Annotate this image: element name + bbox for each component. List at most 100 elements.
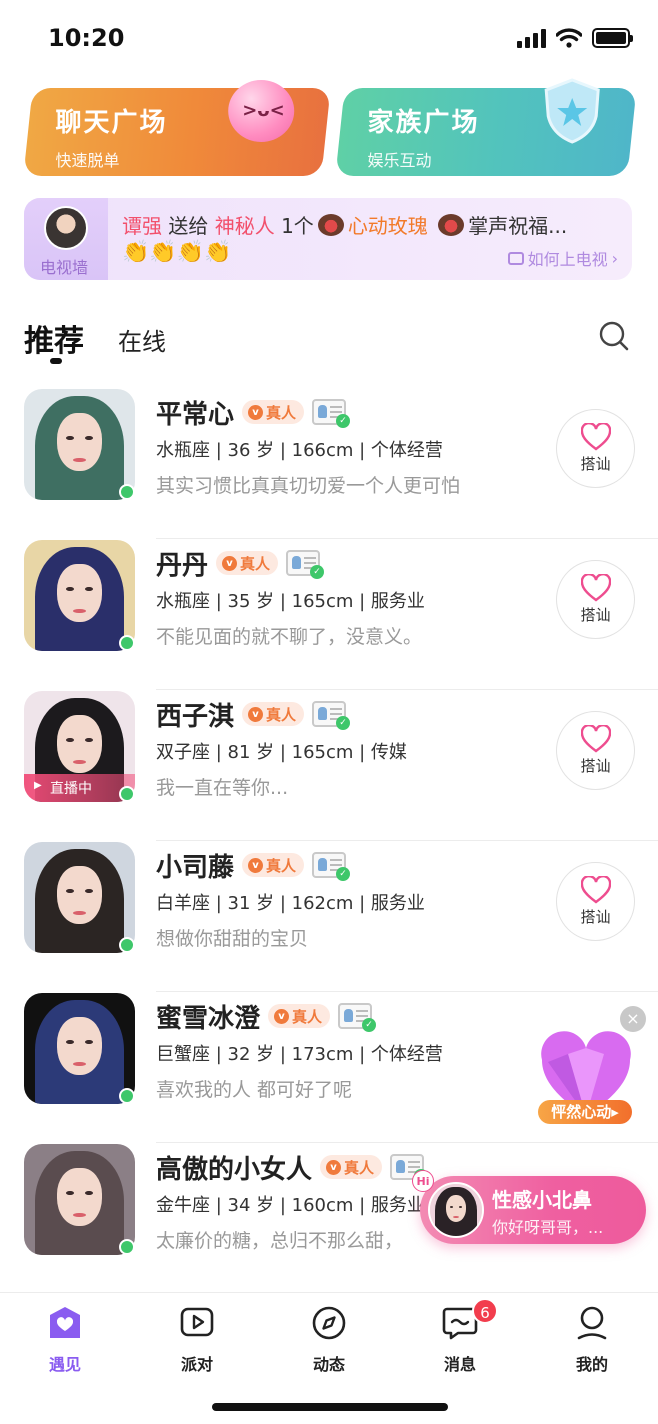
greet-button[interactable]: 搭讪 [556,560,635,639]
user-name: 西子淇 [156,701,235,732]
compass-icon [312,1306,346,1340]
rose-gift-icon [438,214,465,236]
online-status-dot [119,635,135,651]
real-person-badge: v 真人 [320,1155,383,1179]
clap-emoji: 👏👏👏👏 [122,240,232,265]
real-person-badge: v 真人 [242,702,305,726]
real-person-badge: v 真人 [242,400,305,424]
popup-avatar [428,1182,484,1238]
nav-party-label: 派对 [180,1355,213,1374]
user-card[interactable]: 丹丹 v真人 水瓶座 | 35 岁 | 165cm | 服务业 不能见面的就不聊… [0,539,658,690]
nav-moments[interactable]: 动态 [289,1305,369,1375]
shield-star-icon [544,78,600,144]
status-time: 10:20 [48,24,125,52]
active-tab-indicator [50,358,62,364]
meet-home-icon [50,1307,80,1338]
heart-icon [580,423,611,451]
user-info: 双子座 | 81 岁 | 165cm | 传媒 [156,742,407,763]
chat-bubble-icon: >ᴗ< [228,80,295,142]
user-avatar[interactable] [24,993,135,1104]
tab-recommend[interactable]: 推荐 [24,316,84,360]
user-info: 水瓶座 | 35 岁 | 165cm | 服务业 [156,591,425,612]
chat-plaza-banner[interactable]: 聊天广场 快速脱单 >ᴗ< [23,80,331,176]
online-status-dot [119,1088,135,1104]
plaza-banners: 聊天广场 快速脱单 >ᴗ< 家族广场 娱乐互动 [23,78,637,178]
online-status-dot [119,1239,135,1255]
greet-button[interactable]: 搭讪 [556,409,635,488]
greet-label: 搭讪 [580,757,611,775]
heartbeat-tag[interactable]: 怦然心动▸ [538,1100,632,1124]
popup-sender-name: 性感小北鼻 [492,1188,592,1212]
battery-icon [592,28,633,48]
hi-badge: Hi [412,1170,434,1192]
nav-messages-label: 消息 [443,1355,476,1374]
user-info: 水瓶座 | 36 岁 | 166cm | 个体经营 [156,440,443,461]
chat-plaza-subtitle: 快速脱单 [55,151,120,170]
search-icon[interactable] [598,320,630,352]
user-avatar[interactable] [24,540,135,651]
user-card[interactable]: 小司藤 v真人 白羊座 | 31 岁 | 162cm | 服务业 想做你甜甜的宝… [0,841,658,992]
tv-wall-banner[interactable]: 电视墙 谭强 送给 神秘人 1个 心动玫瑰 掌声祝福... 👏👏👏👏 如何上电视 … [24,198,632,280]
id-verified-icon [312,701,351,730]
user-name: 平常心 [156,399,235,430]
real-person-badge: v 真人 [268,1004,331,1028]
heart-icon [580,574,611,602]
user-avatar[interactable] [24,1144,135,1255]
nav-party[interactable]: 派对 [157,1305,237,1375]
tv-message: 掌声祝福... [468,214,568,238]
user-signature: 想做你甜甜的宝贝 [156,928,309,950]
user-name: 小司藤 [156,852,235,883]
user-name: 蜜雪冰澄 [156,1003,261,1034]
user-avatar[interactable] [24,842,135,953]
family-plaza-subtitle: 娱乐互动 [367,151,432,170]
greet-label: 搭讪 [580,455,611,473]
greet-button[interactable]: 搭讪 [556,711,635,790]
nav-mine[interactable]: 我的 [552,1305,632,1375]
user-signature: 不能见面的就不聊了，没意义。 [156,626,423,648]
home-indicator[interactable] [212,1403,448,1411]
popup-message-text: 你好呀哥哥，... [492,1218,604,1237]
user-card[interactable]: 平常心 v真人 水瓶座 | 36 岁 | 166cm | 个体经营 其实习惯比真… [0,388,658,539]
tv-wall-avatar-box: 电视墙 [24,198,108,280]
verified-v-icon: v [222,555,238,571]
user-name: 高傲的小女人 [156,1154,313,1185]
online-status-dot [119,484,135,500]
real-person-badge: v 真人 [242,853,305,877]
wifi-icon [556,28,582,48]
chevron-right-icon: › [611,248,618,268]
nav-meet[interactable]: 遇见 [25,1305,105,1375]
tv-receiver: 神秘人 [214,214,275,238]
unread-message-badge: 6 [472,1298,498,1324]
tv-wall-avatar [44,206,88,250]
message-popup[interactable]: Hi 性感小北鼻 你好呀哥哥，... [412,1170,646,1244]
verified-v-icon: v [248,857,264,873]
user-info: 巨蟹座 | 32 岁 | 173cm | 个体经营 [156,1044,443,1065]
user-avatar[interactable] [24,389,135,500]
greet-label: 搭讪 [580,908,611,926]
id-verified-icon [338,1003,377,1032]
nav-moments-label: 动态 [312,1355,345,1374]
tab-online[interactable]: 在线 [118,322,166,357]
how-to-tv-link[interactable]: 如何上电视 › [507,246,618,270]
rose-gift-icon [317,214,344,236]
greet-button[interactable]: 搭讪 [556,862,635,941]
verified-v-icon: v [248,706,264,722]
verified-v-icon: v [274,1008,290,1024]
user-list: 平常心 v真人 水瓶座 | 36 岁 | 166cm | 个体经营 其实习惯比真… [0,388,658,1294]
tv-wall-label: 电视墙 [40,258,89,277]
how-to-tv-label: 如何上电视 [527,250,608,269]
user-card[interactable]: 直播中 西子淇 v真人 双子座 | 81 岁 | 165cm | 传媒 我一直在… [0,690,658,841]
close-widget-button[interactable]: × [620,1006,646,1032]
list-tabs: 推荐 在线 [24,316,634,366]
tv-wall-message: 谭强 送给 神秘人 1个 心动玫瑰 掌声祝福... [122,210,567,239]
user-info: 金牛座 | 34 岁 | 160cm | 服务业 [156,1195,425,1216]
user-info: 白羊座 | 31 岁 | 162cm | 服务业 [156,893,425,914]
user-signature: 我一直在等你... [156,777,289,799]
family-plaza-banner[interactable]: 家族广场 娱乐互动 [335,78,637,176]
tv-verb: 送给 [168,214,209,238]
online-status-dot [119,937,135,953]
cellular-signal-icon [517,28,546,48]
tv-count: 1个 [281,214,314,238]
tv-sender: 谭强 [122,214,162,238]
profile-icon [577,1306,607,1340]
